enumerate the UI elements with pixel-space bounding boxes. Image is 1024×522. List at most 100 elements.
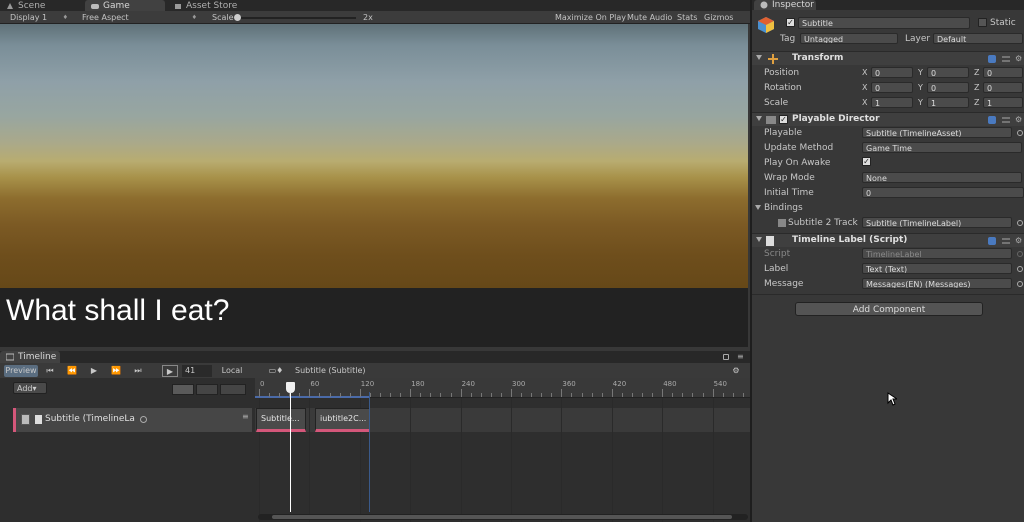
director-enabled-checkbox[interactable]: ✓	[779, 115, 788, 124]
last-frame-icon[interactable]: ⏭	[130, 365, 146, 377]
first-frame-icon[interactable]: ⏮	[42, 365, 58, 377]
timeline-panel: Add▾ Subtitle (TimelineLa ≡ 0 60 120 180 240…	[0, 378, 754, 522]
preset-icon[interactable]	[1002, 116, 1010, 124]
axis-z-label: Z	[974, 68, 980, 77]
timeline-clip-1[interactable]: Subtitle...	[256, 408, 306, 432]
timeline-label-script-header[interactable]: Timeline Label (Script) ⚙	[752, 233, 1024, 247]
add-component-button[interactable]: Add Component	[795, 302, 983, 316]
play-icon[interactable]: ▶	[86, 365, 102, 377]
asset-selector[interactable]: ▭♦	[264, 365, 288, 377]
object-name-field[interactable]: Subtitle	[798, 17, 970, 29]
aspect-dropdown[interactable]: Free Aspect	[76, 12, 201, 23]
menu-icon[interactable]: ≡	[737, 352, 744, 361]
frame-field[interactable]: 41	[182, 365, 212, 377]
label-field[interactable]: Text (Text)	[862, 263, 1012, 274]
transform-y-field[interactable]: 0	[927, 67, 969, 78]
foldout-arrow-icon[interactable]	[756, 116, 762, 121]
object-picker-icon[interactable]	[1017, 130, 1023, 136]
track-header[interactable]: Subtitle (TimelineLa ≡	[13, 408, 252, 432]
display-dropdown[interactable]: Display 1	[4, 12, 72, 23]
grid-line	[460, 398, 462, 522]
preset-icon[interactable]	[1002, 55, 1010, 63]
initial-time-field[interactable]: 0	[862, 187, 1024, 198]
foldout-arrow-icon[interactable]	[756, 55, 762, 60]
track-name: Subtitle (TimelineLa	[45, 414, 135, 424]
stats-button[interactable]: Stats	[677, 12, 697, 23]
next-frame-icon[interactable]: ⏩	[108, 365, 124, 377]
gizmos-dropdown[interactable]: Gizmos	[704, 12, 733, 23]
gear-icon[interactable]: ⚙	[1015, 236, 1023, 245]
transform-z-field[interactable]: 0	[983, 82, 1023, 93]
game-toolbar: Display 1 Free Aspect Scale 2x Maximize …	[0, 11, 750, 24]
ruler-tick	[349, 393, 351, 397]
track-type-icon	[21, 414, 30, 425]
layer-dropdown[interactable]: Default	[933, 33, 1023, 44]
foldout-arrow-icon[interactable]	[756, 237, 762, 242]
horizontal-scrollbar[interactable]	[258, 514, 748, 520]
curves-toggle-icon[interactable]	[172, 384, 194, 395]
transform-y-field[interactable]: 1	[927, 97, 969, 108]
time-space-dropdown[interactable]: Local	[214, 365, 250, 377]
preview-button[interactable]: Preview	[4, 365, 38, 377]
ruler-tick	[430, 393, 432, 397]
transform-y-field[interactable]: 0	[927, 82, 969, 93]
update-method-dropdown[interactable]: Game Time	[862, 142, 1022, 153]
scrollbar-thumb[interactable]	[272, 515, 732, 519]
active-checkbox[interactable]: ✓	[786, 18, 795, 27]
track-menu-icon[interactable]: ≡	[242, 412, 249, 421]
ruler-tick	[642, 393, 644, 397]
object-picker-icon[interactable]	[1017, 220, 1023, 226]
layer-label: Layer	[905, 34, 931, 44]
gear-icon[interactable]: ⚙	[1015, 54, 1023, 63]
transform-header[interactable]: Transform ⚙	[752, 51, 1024, 65]
binding-object-field[interactable]: Subtitle (TimelineLabel)	[862, 217, 1012, 228]
transform-z-field[interactable]: 1	[983, 97, 1023, 108]
transform-x-field[interactable]: 0	[871, 67, 913, 78]
ruler-tick	[611, 389, 613, 397]
object-picker-icon[interactable]	[1017, 281, 1023, 287]
snap-mode-icon[interactable]	[220, 384, 246, 395]
gear-icon[interactable]: ⚙	[1015, 115, 1023, 124]
track-binding-icon[interactable]	[140, 416, 147, 423]
prev-frame-icon[interactable]: ⏪	[64, 365, 80, 377]
transform-x-field[interactable]: 0	[871, 82, 913, 93]
tag-dropdown[interactable]: Untagged	[800, 33, 898, 44]
add-track-button[interactable]: Add▾	[13, 382, 47, 394]
tab-inspector-label: Inspector	[772, 0, 814, 10]
static-checkbox[interactable]	[978, 18, 987, 27]
tab-inspector[interactable]: Inspector	[754, 0, 816, 10]
playable-field[interactable]: Subtitle (TimelineAsset)	[862, 127, 1012, 138]
transform-z-field[interactable]: 0	[983, 67, 1023, 78]
mute-audio-button[interactable]: Mute Audio	[627, 12, 672, 23]
scale-slider[interactable]	[234, 14, 356, 21]
scale-slider-thumb[interactable]	[234, 14, 241, 21]
settings-icon[interactable]: ⚙	[728, 365, 744, 377]
bindings-foldout-icon[interactable]	[755, 205, 761, 210]
game-view[interactable]	[0, 24, 748, 288]
axis-y-label: Y	[918, 83, 923, 92]
wrap-mode-dropdown[interactable]: None	[862, 172, 1022, 183]
playhead-handle[interactable]	[286, 382, 295, 393]
preset-icon[interactable]	[1002, 237, 1010, 245]
ruler-tick-label: 420	[612, 380, 627, 388]
edit-mode-icon[interactable]	[196, 384, 218, 395]
timeline-clip-2[interactable]: iubtitle2C...	[315, 408, 370, 432]
ruler-tick	[601, 393, 603, 397]
tab-game-label: Game	[103, 1, 130, 11]
timeline-ruler[interactable]: 0 60 120 180 240 300 360 420 480 540	[255, 378, 754, 398]
inspector-tab-bar: Inspector	[752, 0, 1024, 10]
maximize-on-play-button[interactable]: Maximize On Play	[555, 12, 626, 23]
tab-scene-label: Scene	[18, 1, 46, 11]
tab-timeline[interactable]: Timeline	[0, 351, 60, 363]
playable-director-header[interactable]: ✓ Playable Director ⚙	[752, 112, 1024, 126]
message-field[interactable]: Messages(EN) (Messages)	[862, 278, 1012, 289]
play-on-awake-checkbox[interactable]: ✓	[862, 157, 871, 166]
lock-icon[interactable]	[723, 354, 729, 360]
help-icon[interactable]	[988, 237, 996, 245]
transform-x-field[interactable]: 1	[871, 97, 913, 108]
ruler-tick	[490, 393, 492, 397]
help-icon[interactable]	[988, 116, 996, 124]
object-picker-icon[interactable]	[1017, 266, 1023, 272]
help-icon[interactable]	[988, 55, 996, 63]
play-range-icon[interactable]: ▶	[162, 365, 178, 377]
